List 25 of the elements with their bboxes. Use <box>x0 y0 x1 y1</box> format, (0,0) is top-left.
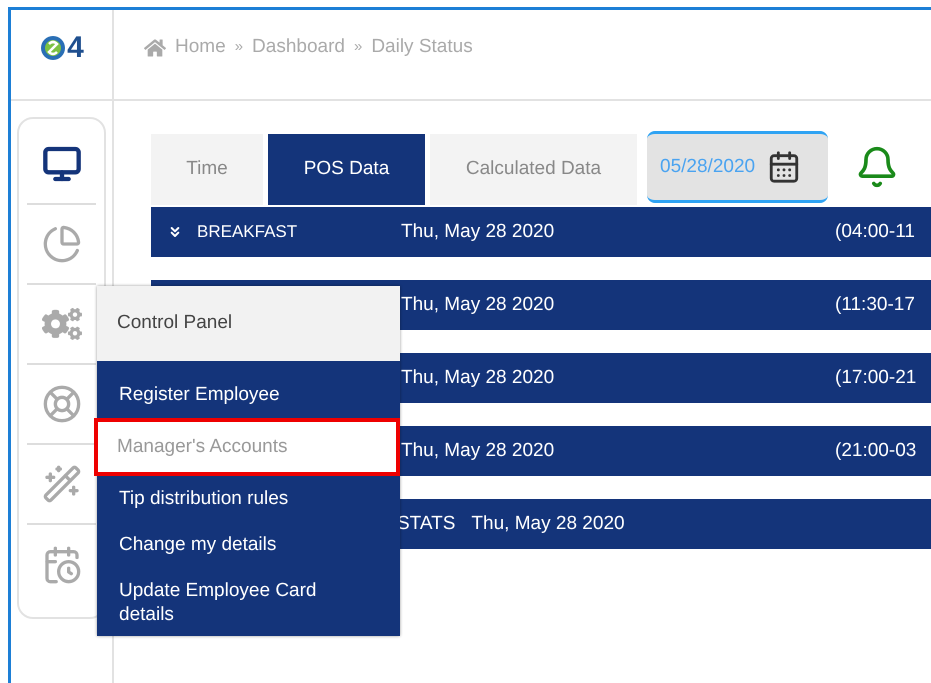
menu-title: Control Panel <box>97 286 400 361</box>
row-date: Thu, May 28 2020 <box>401 438 556 463</box>
row-label: BREAKFAST <box>197 221 298 244</box>
magic-wand-icon[interactable] <box>42 464 82 504</box>
logo-swirl-icon <box>39 34 68 62</box>
breadcrumb-separator: » <box>234 37 244 58</box>
row-time: (21:00-03 <box>835 438 916 463</box>
home-icon[interactable] <box>144 36 166 58</box>
tab[interactable]: POS Data <box>268 134 425 205</box>
menu-item[interactable]: Update Employee Card details <box>97 568 400 638</box>
row-label: STATS <box>397 512 456 536</box>
date-value: 05/28/2020 <box>660 154 756 179</box>
row-time: (17:00-21 <box>835 366 916 390</box>
breadcrumb-separator: » <box>354 37 362 58</box>
row-date: Thu, May 28 2020 <box>401 366 556 390</box>
lifebuoy-icon[interactable] <box>42 384 82 424</box>
day-part-row[interactable]: BREAKFAST Thu, May 28 2020 (04:00-11 <box>151 207 931 257</box>
logo-text: 4 <box>67 32 84 62</box>
row-time: (04:00-11 <box>835 220 915 244</box>
pie-chart-icon[interactable] <box>42 224 82 264</box>
monitor-icon[interactable] <box>42 144 82 184</box>
row-time: (11:30-17 <box>835 292 915 317</box>
row-date: Thu, May 28 2020 <box>401 220 556 244</box>
row-date: Thu, May 28 2020 <box>401 292 556 317</box>
row-date: Thu, May 28 2020 <box>471 512 625 536</box>
